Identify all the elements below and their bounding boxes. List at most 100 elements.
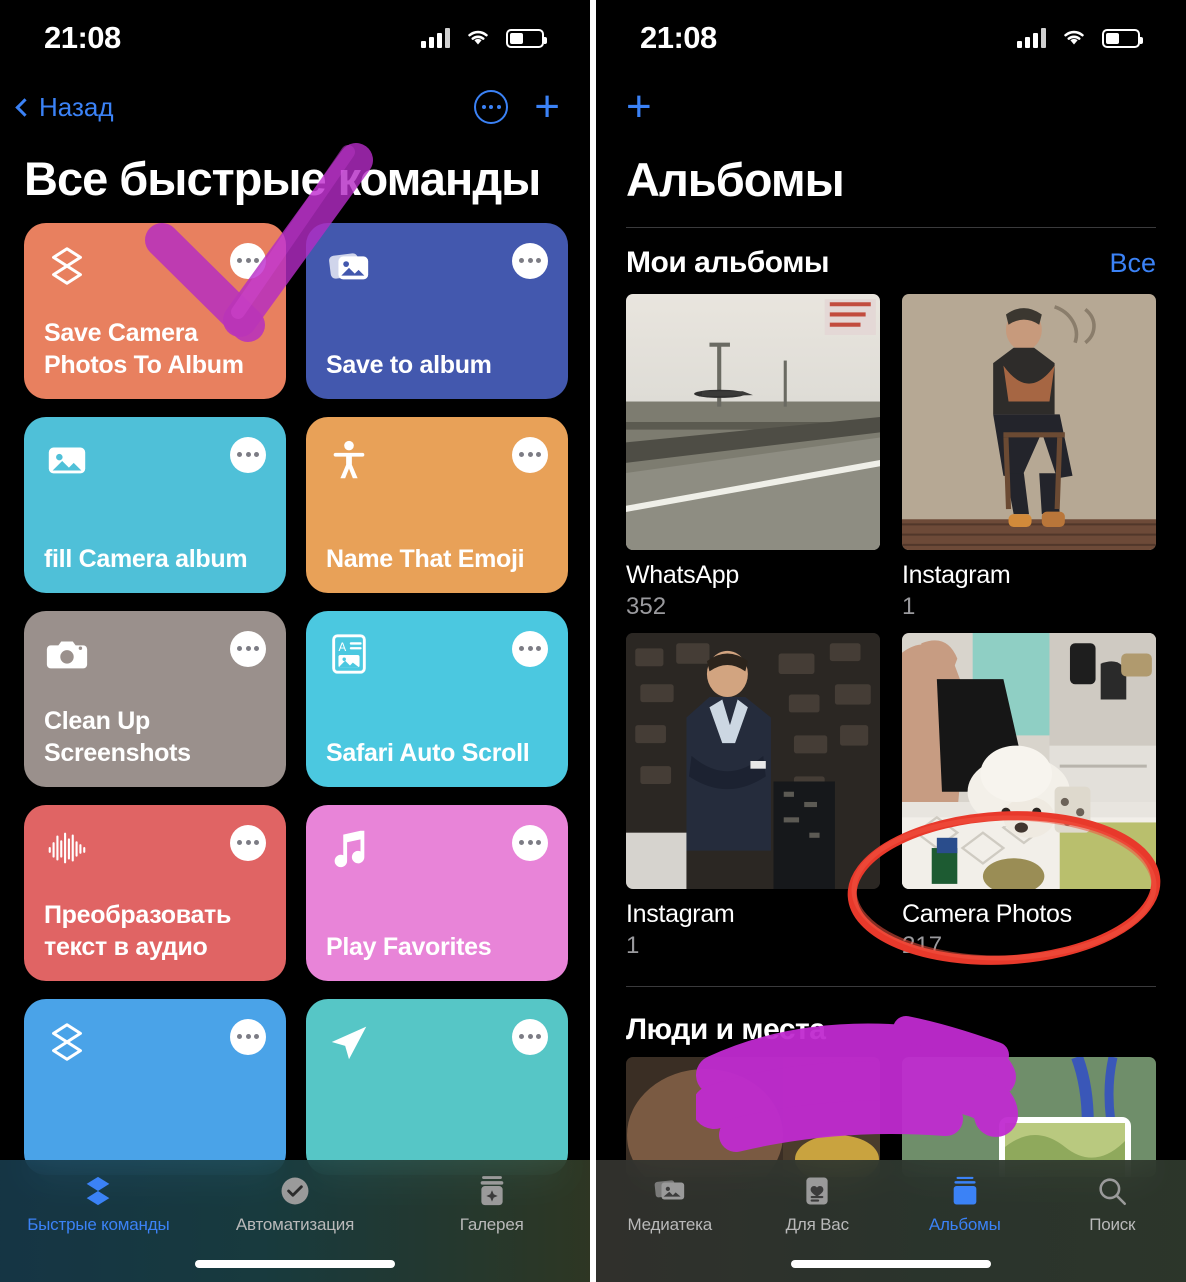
signal-bars-icon [421, 28, 450, 48]
albums-grid: WhatsApp 352 Instagram 1 Instagram 1 Cam… [596, 294, 1186, 960]
album-count: 352 [626, 593, 667, 620]
shortcuts-grid: Save Camera Photos To Album Save to albu… [0, 217, 590, 1175]
add-shortcut-icon[interactable]: + [534, 85, 560, 129]
tab-label: Автоматизация [235, 1215, 355, 1234]
shortcut-tile[interactable]: Преобразовать текст в аудио [24, 804, 286, 981]
section-title: Люди и места [626, 1013, 826, 1046]
photo-stack-icon [653, 1174, 687, 1208]
status-bar-icons [421, 26, 547, 51]
camera-icon [44, 631, 90, 677]
layers-icon [81, 1174, 115, 1208]
dog-on-table-photo[interactable] [902, 633, 1156, 889]
tile-header [44, 630, 266, 677]
more-icon[interactable] [512, 824, 548, 861]
clock-check-icon [278, 1174, 312, 1208]
more-icon[interactable] [230, 824, 266, 861]
tile-header [326, 824, 548, 871]
tile-header [44, 436, 266, 483]
album-name: Camera Photos [902, 900, 1072, 928]
road-airplane-photo[interactable] [626, 294, 880, 550]
gallery-sparkle-icon [475, 1174, 509, 1208]
tile-label: Преобразовать текст в аудио [44, 901, 232, 961]
tile-header [44, 1018, 266, 1065]
album-item[interactable]: WhatsApp 352 [626, 294, 880, 621]
section-title: Мои альбомы [626, 246, 830, 279]
battery-icon [1102, 28, 1143, 48]
shortcut-tile[interactable]: Name That Emoji [306, 416, 568, 593]
more-icon[interactable] [230, 242, 266, 279]
more-circle-icon[interactable] [474, 90, 509, 124]
more-icon[interactable] [230, 630, 266, 667]
album-count: 1 [902, 593, 916, 620]
see-all-link[interactable]: Все [1109, 248, 1156, 279]
tab-label: Альбомы [928, 1215, 1001, 1234]
wifi-icon [464, 26, 492, 51]
status-bar: 21:08 [0, 0, 590, 76]
page-title: Все быстрые команды [24, 152, 541, 205]
people-places-header: Люди и места [596, 987, 1186, 1057]
shortcut-tile[interactable]: Save Camera Photos To Album [24, 222, 286, 399]
tile-label: fill Camera album [44, 544, 248, 573]
more-icon[interactable] [230, 436, 266, 473]
album-item[interactable]: Camera Photos 217 [902, 633, 1156, 960]
albums-stack-icon [948, 1174, 982, 1208]
shortcut-tile[interactable]: Clean Up Screenshots [24, 610, 286, 787]
people-places-grid [596, 1057, 1186, 1177]
album-name: Instagram [902, 561, 1011, 589]
album-name: Instagram [626, 900, 735, 928]
status-bar: 21:08 [596, 0, 1186, 76]
album-name: WhatsApp [626, 561, 739, 589]
person-photo[interactable] [626, 1057, 880, 1177]
tab-library[interactable]: Медиатека [596, 1174, 744, 1235]
home-indicator [195, 1260, 395, 1268]
more-icon[interactable] [512, 436, 548, 473]
more-icon[interactable] [512, 242, 548, 279]
tab-label: Быстрые команды [27, 1215, 170, 1234]
tab-albums[interactable]: Альбомы [891, 1174, 1039, 1235]
signal-bars-icon [1017, 28, 1046, 48]
page-title: Альбомы [626, 153, 845, 206]
tile-label: Save Camera Photos To Album [44, 319, 244, 379]
layers-icon [44, 1019, 90, 1065]
accessibility-icon [326, 437, 372, 483]
shortcut-tile[interactable]: A Safari Auto Scroll [306, 610, 568, 787]
tab-shortcuts[interactable]: Быстрые команды [0, 1174, 197, 1235]
tab-label: Медиатека [627, 1215, 713, 1234]
more-icon[interactable] [512, 630, 548, 667]
paper-plane-icon [326, 1019, 372, 1065]
status-bar-clock: 21:08 [640, 20, 717, 55]
back-button[interactable]: Назад [15, 92, 114, 123]
tile-header [326, 1018, 548, 1065]
album-item[interactable]: Instagram 1 [902, 294, 1156, 621]
photo-icon [44, 437, 90, 483]
tab-search[interactable]: Поиск [1039, 1174, 1186, 1235]
add-album-icon[interactable]: + [626, 85, 652, 129]
svg-text:A: A [338, 642, 346, 654]
map-photo[interactable] [902, 1057, 1156, 1177]
music-note-icon [326, 825, 372, 871]
tab-label: Поиск [1089, 1215, 1136, 1234]
shortcut-tile[interactable]: Save to album [306, 222, 568, 399]
dual-phone-screenshot: 21:08 Назад + Все быстрые команды Save C… [0, 0, 1186, 1282]
shortcut-tile[interactable] [24, 998, 286, 1175]
album-item[interactable]: Instagram 1 [626, 633, 880, 960]
more-icon[interactable] [512, 1018, 548, 1055]
tab-automation[interactable]: Автоматизация [197, 1174, 394, 1235]
tab-for-you[interactable]: Для Вас [744, 1174, 892, 1235]
man-in-suit-photo[interactable] [626, 633, 880, 889]
more-icon[interactable] [230, 1018, 266, 1055]
tile-header [44, 242, 266, 289]
search-icon [1095, 1174, 1129, 1208]
status-bar-icons [1017, 26, 1143, 51]
shortcut-tile[interactable] [306, 998, 568, 1175]
photo-stack-icon [326, 243, 372, 289]
my-albums-header: Мои альбомы Все [596, 228, 1186, 294]
shortcut-tile[interactable]: Play Favorites [306, 804, 568, 981]
tab-gallery[interactable]: Галерея [393, 1174, 590, 1235]
man-on-chair-photo[interactable] [902, 294, 1156, 550]
tile-label: Safari Auto Scroll [326, 738, 530, 767]
shortcut-tile[interactable]: fill Camera album [24, 416, 286, 593]
layers-icon [44, 243, 90, 289]
shortcuts-app-screen: 21:08 Назад + Все быстрые команды Save C… [0, 0, 590, 1282]
photos-app-screen: 21:08 + Альбомы Мои альбомы Все WhatsApp… [596, 0, 1186, 1282]
